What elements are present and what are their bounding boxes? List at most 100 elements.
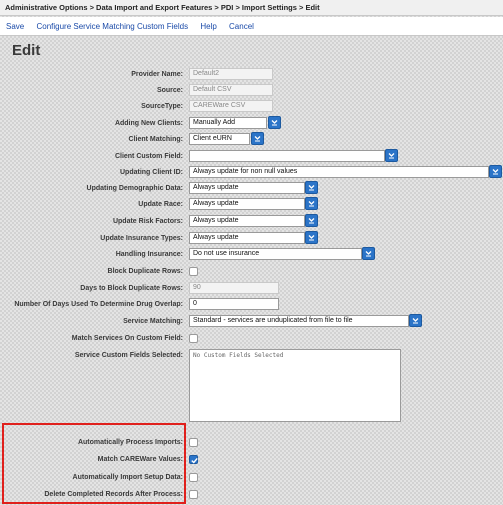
- auto-import-setup-field: [189, 471, 198, 484]
- match-careware-checkbox[interactable]: [189, 455, 198, 464]
- auto-process-field: [189, 436, 198, 449]
- client-custom-field-dropdown-button[interactable]: [385, 149, 398, 162]
- drug-overlap-input[interactable]: 0: [189, 298, 279, 310]
- adding-new-clients-label: Adding New Clients:: [114, 120, 183, 127]
- handling-insurance-select[interactable]: Do not use insurance: [189, 247, 379, 261]
- update-risk-dropdown-button[interactable]: [305, 214, 318, 227]
- update-race-dropdown-button[interactable]: [305, 197, 318, 210]
- service-matching-value: Standard - services are unduplicated fro…: [189, 315, 409, 327]
- adding-new-clients-select[interactable]: Manually Add: [189, 116, 289, 130]
- match-custom-row: Match Services On Custom Field:: [0, 332, 503, 346]
- chevron-down-icon: [365, 251, 372, 257]
- client-matching-row: Client Matching: Client eURN: [0, 132, 503, 147]
- cancel-link[interactable]: Cancel: [229, 22, 254, 31]
- updating-demographic-label: Updating Demographic Data:: [86, 185, 183, 192]
- update-risk-row: Update Risk Factors: Always update: [0, 214, 503, 229]
- source-type-row: SourceType: CAREWare CSV: [0, 100, 503, 114]
- save-link[interactable]: Save: [6, 22, 24, 31]
- delete-completed-field: [189, 488, 198, 501]
- match-careware-field: [189, 453, 198, 466]
- source-type-value: CAREWare CSV: [189, 100, 273, 112]
- service-matching-dropdown-button[interactable]: [409, 314, 422, 327]
- help-link[interactable]: Help: [200, 22, 216, 31]
- days-block-row: Days to Block Duplicate Rows: 90: [0, 282, 503, 296]
- update-insurance-dropdown-button[interactable]: [305, 231, 318, 244]
- adding-new-clients-dropdown-button[interactable]: [268, 116, 281, 129]
- delete-completed-row: Delete Completed Records After Process:: [0, 488, 503, 502]
- client-custom-field-row: Client Custom Field:: [0, 149, 503, 164]
- days-block-label: Days to Block Duplicate Rows:: [80, 285, 183, 292]
- handling-insurance-dropdown-button[interactable]: [362, 247, 375, 260]
- client-matching-value: Client eURN: [189, 133, 250, 145]
- source-type-label: SourceType:: [141, 103, 183, 110]
- match-custom-field: [189, 332, 198, 345]
- chevron-down-icon: [412, 318, 419, 324]
- updating-client-id-select[interactable]: Always update for non null values: [189, 165, 503, 179]
- service-custom-selected-textarea[interactable]: No Custom Fields Selected: [189, 349, 401, 422]
- client-matching-select[interactable]: Client eURN: [189, 132, 289, 146]
- updating-demographic-dropdown-button[interactable]: [305, 181, 318, 194]
- match-careware-row: Match CAREWare Values:: [0, 453, 503, 467]
- update-race-label: Update Race:: [138, 201, 183, 208]
- chevron-down-icon: [308, 218, 315, 224]
- update-race-row: Update Race: Always update: [0, 197, 503, 212]
- service-matching-row: Service Matching: Standard - services ar…: [0, 314, 503, 329]
- block-duplicate-field: [189, 265, 198, 278]
- match-custom-label: Match Services On Custom Field:: [71, 335, 183, 342]
- block-duplicate-checkbox[interactable]: [189, 267, 198, 276]
- updating-client-id-value: Always update for non null values: [189, 166, 489, 178]
- updating-demographic-select[interactable]: Always update: [189, 181, 319, 195]
- configure-service-matching-link[interactable]: Configure Service Matching Custom Fields: [36, 22, 188, 31]
- breadcrumb: Administrative Options > Data Import and…: [0, 0, 503, 16]
- update-risk-select[interactable]: Always update: [189, 214, 319, 228]
- delete-completed-label: Delete Completed Records After Process:: [44, 491, 183, 498]
- auto-process-checkbox[interactable]: [189, 438, 198, 447]
- chevron-down-icon: [308, 201, 315, 207]
- client-matching-dropdown-button[interactable]: [251, 132, 264, 145]
- update-race-select[interactable]: Always update: [189, 197, 319, 211]
- chevron-down-icon: [254, 136, 261, 142]
- client-custom-field-select[interactable]: [189, 149, 404, 163]
- source-value: Default CSV: [189, 84, 273, 96]
- auto-import-setup-row: Automatically Import Setup Data:: [0, 471, 503, 485]
- auto-process-row: Automatically Process Imports:: [0, 436, 503, 450]
- auto-import-setup-label: Automatically Import Setup Data:: [72, 474, 183, 481]
- service-custom-selected-field: No Custom Fields Selected: [189, 349, 401, 422]
- updating-client-id-dropdown-button[interactable]: [489, 165, 502, 178]
- auto-import-setup-checkbox[interactable]: [189, 473, 198, 482]
- chevron-down-icon: [271, 120, 278, 126]
- client-custom-field-label: Client Custom Field:: [114, 153, 183, 160]
- handling-insurance-label: Handling Insurance:: [115, 251, 183, 258]
- service-custom-selected-row: Service Custom Fields Selected: No Custo…: [0, 349, 503, 425]
- provider-name-label: Provider Name:: [131, 71, 183, 78]
- handling-insurance-row: Handling Insurance: Do not use insurance: [0, 247, 503, 262]
- delete-completed-checkbox[interactable]: [189, 490, 198, 499]
- chevron-down-icon: [308, 185, 315, 191]
- match-custom-checkbox[interactable]: [189, 334, 198, 343]
- adding-new-clients-row: Adding New Clients: Manually Add: [0, 116, 503, 131]
- checkmark-icon: [191, 457, 198, 464]
- page-title: Edit: [12, 42, 41, 59]
- client-custom-field-value: [189, 150, 385, 162]
- client-matching-label: Client Matching:: [128, 136, 183, 143]
- update-risk-value: Always update: [189, 215, 305, 227]
- adding-new-clients-value: Manually Add: [189, 117, 267, 129]
- chevron-down-icon: [388, 153, 395, 159]
- update-insurance-row: Update Insurance Types: Always update: [0, 231, 503, 246]
- handling-insurance-value: Do not use insurance: [189, 248, 362, 260]
- service-matching-select[interactable]: Standard - services are unduplicated fro…: [189, 314, 425, 328]
- source-row: Source: Default CSV: [0, 84, 503, 98]
- drug-overlap-row: Number Of Days Used To Determine Drug Ov…: [0, 298, 503, 312]
- provider-name-value: Default2: [189, 68, 273, 80]
- update-insurance-value: Always update: [189, 232, 305, 244]
- match-careware-label: Match CAREWare Values:: [97, 456, 183, 463]
- chevron-down-icon: [308, 235, 315, 241]
- source-label: Source:: [156, 87, 183, 94]
- days-block-value: 90: [189, 282, 279, 294]
- drug-overlap-label: Number Of Days Used To Determine Drug Ov…: [14, 301, 183, 308]
- updating-client-id-row: Updating Client ID: Always update for no…: [0, 165, 503, 180]
- provider-name-row: Provider Name: Default2: [0, 68, 503, 82]
- service-matching-label: Service Matching:: [123, 318, 183, 325]
- update-insurance-label: Update Insurance Types:: [100, 235, 183, 242]
- update-insurance-select[interactable]: Always update: [189, 231, 319, 245]
